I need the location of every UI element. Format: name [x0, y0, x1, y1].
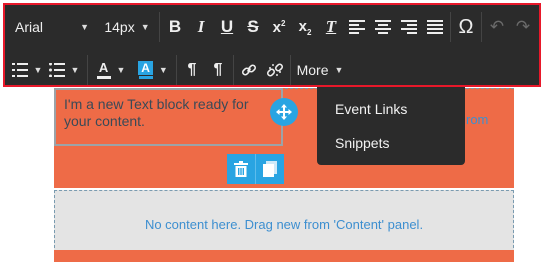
font-size-select[interactable]: 14px ▼ — [97, 12, 157, 42]
undo-button[interactable]: ↶ — [484, 12, 510, 42]
align-right-button[interactable] — [396, 12, 422, 42]
more-label: More — [296, 62, 329, 78]
align-center-button[interactable] — [370, 12, 396, 42]
unlink-icon — [267, 63, 283, 77]
italic-button[interactable]: I — [188, 12, 214, 42]
text-color-button[interactable]: A ▼ — [90, 55, 132, 85]
chevron-down-icon: ▼ — [334, 65, 344, 75]
bold-button[interactable]: B — [162, 12, 188, 42]
move-handle[interactable] — [270, 98, 298, 126]
subscript-button[interactable]: x2 — [292, 12, 318, 42]
empty-placeholder-text: No content here. Drag new from 'Content'… — [144, 216, 424, 232]
undo-icon: ↶ — [489, 17, 505, 36]
font-size-value: 14px — [104, 19, 135, 35]
ltr-button[interactable]: ¶ — [179, 55, 205, 85]
chevron-down-icon: ▼ — [70, 65, 80, 75]
subscript-icon: x2 — [298, 17, 312, 37]
copy-icon — [263, 161, 277, 177]
trash-icon — [234, 161, 248, 177]
chevron-down-icon: ▼ — [33, 65, 43, 75]
empty-content-placeholder[interactable]: No content here. Drag new from 'Content'… — [54, 190, 514, 258]
menu-item-snippets[interactable]: Snippets — [335, 135, 389, 151]
ordered-list-icon — [11, 63, 28, 77]
align-right-icon — [401, 20, 417, 34]
toolbar-separator — [159, 12, 160, 42]
unordered-list-button[interactable]: ▼ — [43, 55, 85, 85]
font-family-value: Arial — [15, 19, 44, 35]
align-left-icon — [349, 20, 365, 34]
background-color-button[interactable]: A ▼ — [132, 55, 174, 85]
duplicate-block-button[interactable] — [256, 154, 284, 184]
toolbar-separator — [481, 12, 482, 42]
ordered-list-button[interactable]: ▼ — [5, 55, 43, 85]
redo-button[interactable]: ↷ — [510, 12, 536, 42]
redo-icon: ↷ — [515, 17, 531, 36]
clear-format-icon: T — [325, 17, 337, 36]
text-color-icon: A — [96, 61, 111, 79]
block-actions — [227, 154, 284, 184]
menu-item-event-links[interactable]: Event Links — [335, 101, 407, 117]
toolbar-row-1: Arial ▼ 14px ▼ B I U S x2 x2 T Ω ↶ ↷ — [5, 8, 536, 46]
italic-icon: I — [197, 17, 205, 36]
superscript-button[interactable]: x2 — [266, 12, 292, 42]
toolbar-separator — [290, 55, 291, 85]
partial-link-text: rom — [466, 112, 489, 127]
text-block[interactable]: I'm a new Text block ready for your cont… — [54, 88, 283, 146]
link-icon — [241, 64, 257, 76]
font-family-select[interactable]: Arial ▼ — [5, 12, 97, 42]
chevron-down-icon: ▼ — [80, 22, 89, 32]
toolbar-separator — [450, 12, 451, 42]
superscript-icon: x2 — [272, 18, 286, 36]
rtl-button[interactable]: ¶ — [205, 55, 231, 85]
strikethrough-button[interactable]: S — [240, 12, 266, 42]
ltr-icon: ¶ — [187, 61, 197, 78]
unlink-button[interactable] — [262, 55, 288, 85]
align-left-button[interactable] — [344, 12, 370, 42]
toolbar-separator — [87, 55, 88, 85]
rich-text-toolbar: Arial ▼ 14px ▼ B I U S x2 x2 T Ω ↶ ↷ ▼ ▼… — [3, 3, 541, 87]
chevron-down-icon: ▼ — [158, 65, 168, 75]
bold-icon: B — [168, 17, 182, 36]
chevron-down-icon: ▼ — [116, 65, 126, 75]
link-button[interactable] — [236, 55, 262, 85]
align-center-icon — [375, 20, 391, 34]
move-icon — [276, 104, 292, 120]
align-justify-button[interactable] — [422, 12, 448, 42]
toolbar-separator — [233, 55, 234, 85]
chevron-down-icon: ▼ — [140, 22, 150, 32]
unordered-list-icon — [48, 63, 65, 77]
underline-icon: U — [220, 17, 234, 36]
special-char-button[interactable]: Ω — [453, 12, 479, 42]
text-block-content[interactable]: I'm a new Text block ready for your cont… — [64, 96, 269, 130]
omega-icon: Ω — [458, 15, 474, 38]
align-justify-icon — [427, 20, 443, 34]
more-dropdown-menu: Event Links Snippets — [317, 87, 465, 165]
delete-block-button[interactable] — [227, 154, 256, 184]
underline-button[interactable]: U — [214, 12, 240, 42]
rtl-icon: ¶ — [213, 61, 223, 78]
background-color-icon: A — [138, 61, 153, 79]
section-background-bottom — [54, 250, 514, 262]
toolbar-row-2: ▼ ▼ A ▼ A ▼ ¶ ¶ More ▼ — [5, 51, 347, 89]
clear-format-button[interactable]: T — [318, 12, 344, 42]
more-button[interactable]: More ▼ — [293, 55, 347, 85]
strikethrough-icon: S — [247, 17, 259, 36]
toolbar-separator — [176, 55, 177, 85]
